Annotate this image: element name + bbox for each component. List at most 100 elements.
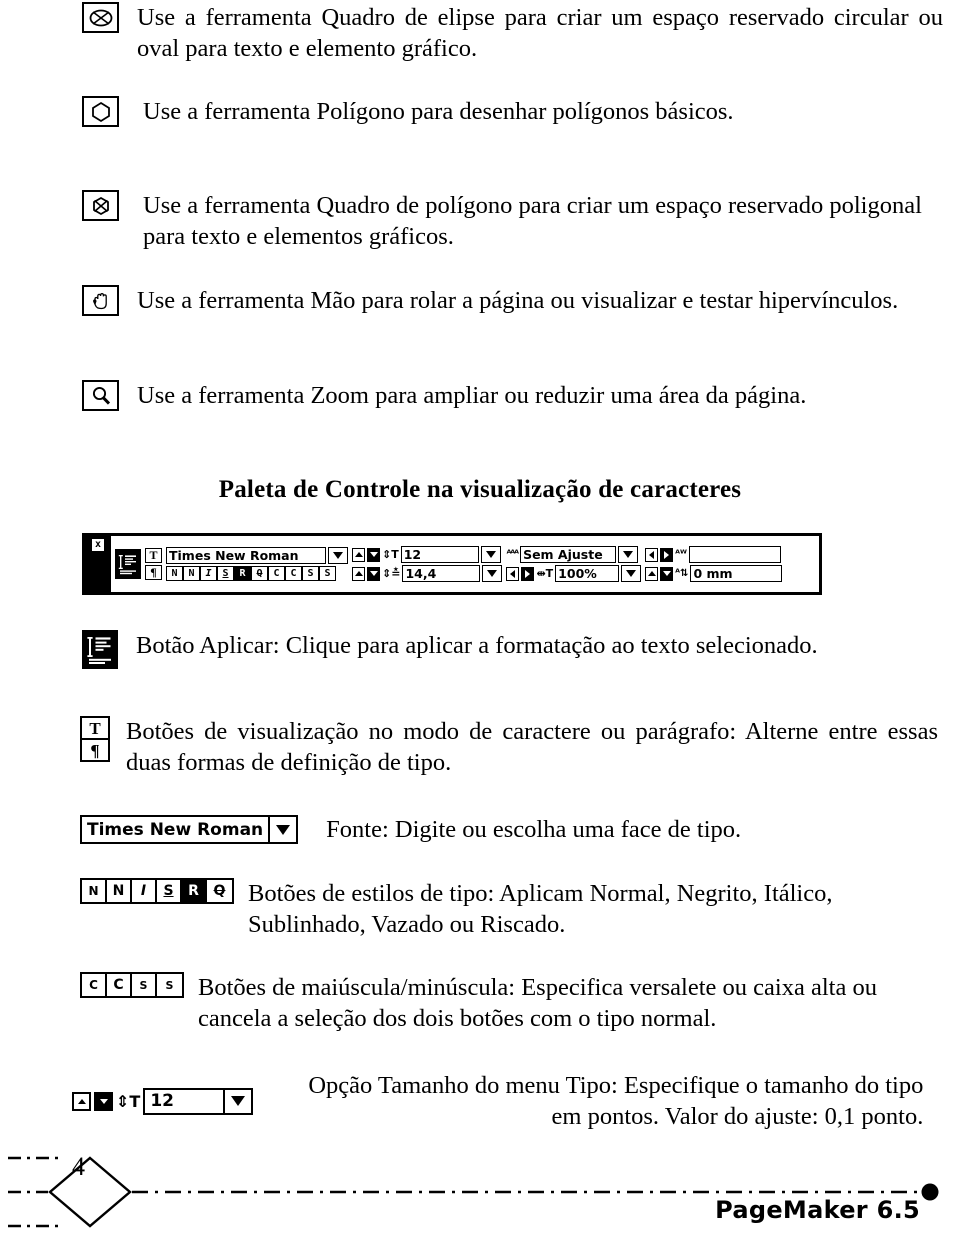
palette-font-dropdown-arrow[interactable] [328, 547, 348, 564]
description-type-style-buttons: N N I S R Q Botões de estilos de tipo: A… [80, 878, 950, 940]
palette-style-reverse[interactable]: R [234, 566, 251, 581]
palette-leading-field[interactable]: 14,4 [402, 565, 481, 582]
palette-hscale-dropdown-arrow[interactable] [621, 565, 642, 582]
apply-button-icon [82, 630, 118, 669]
polygon-tool-icon [82, 96, 119, 127]
palette-leading-up-button[interactable] [352, 566, 365, 581]
palette-hscale-row: ⇹T 100% [506, 565, 642, 582]
style-italic-button[interactable]: I [132, 880, 157, 902]
case-allcaps-button[interactable]: C [107, 974, 132, 996]
palette-view-mode-buttons: T ¶ [145, 548, 162, 580]
type-size-down-button[interactable] [94, 1091, 113, 1111]
palette-view-character-button[interactable]: T [145, 548, 162, 563]
palette-type-size-field[interactable]: 12 [400, 546, 479, 563]
description-text: Opção Tamanho do menu Tipo: Especifique … [308, 1072, 924, 1130]
style-reverse-button[interactable]: R [182, 880, 207, 902]
description-case-buttons: C C S S Botões de maiúscula/minúscula: E… [80, 972, 950, 1034]
description-view-mode-buttons: T ¶ Botões de visualização no modo de ca… [80, 716, 950, 778]
palette-case-superscript[interactable]: S [302, 566, 319, 581]
palette-size-down-button[interactable] [367, 547, 380, 562]
palette-tracking-row: ᴬᴬᴬ Sem Ajuste [506, 546, 641, 563]
palette-hscale-field[interactable]: 100% [555, 565, 620, 582]
style-bold-button[interactable]: N [107, 880, 132, 902]
document-page: Use a ferramenta Quadro de elipse para c… [0, 0, 960, 1238]
description-type-size: ⇕T 12 Opção Tamanho do menu Tipo: Especi… [72, 1070, 952, 1132]
palette-leading-down-button[interactable] [367, 566, 380, 581]
palette-content: T ¶ Times New Roman N N I S R Q C C S S … [111, 536, 819, 592]
description-text: Botões de visualização no modo de caract… [126, 718, 938, 776]
case-smallcaps-button[interactable]: C [82, 974, 107, 996]
palette-baseline-down-button[interactable] [660, 566, 674, 581]
tool-entry-text: Use a ferramenta Zoom para ampliar ou re… [137, 382, 807, 409]
palette-font-group: Times New Roman N N I S R Q C C S S [166, 547, 348, 581]
view-character-button[interactable]: T [82, 718, 108, 740]
palette-hscale-left-button[interactable] [506, 566, 520, 581]
palette-case-subscript[interactable]: S [319, 566, 336, 581]
chevron-down-icon[interactable] [223, 1089, 251, 1113]
palette-leading-row: ⇕≛ 14,4 [352, 565, 503, 582]
tracking-icon: ᴬᴬᴬ [506, 549, 519, 560]
palette-hscale-right-button[interactable] [521, 566, 535, 581]
type-size-widget: ⇕T 12 [72, 1087, 254, 1115]
palette-font-field[interactable]: Times New Roman [166, 547, 326, 564]
palette-style-strikethrough[interactable]: Q [251, 566, 268, 581]
case-superscript-button[interactable]: S [132, 974, 157, 996]
zoom-tool-icon [82, 380, 119, 411]
case-subscript-button[interactable]: S [157, 974, 182, 996]
palette-leading-dropdown-arrow[interactable] [482, 565, 503, 582]
view-paragraph-button[interactable]: ¶ [82, 740, 108, 760]
tool-entry-hand: Use a ferramenta Mão para rolar a página… [82, 285, 944, 316]
leading-icon: ⇕≛ [382, 567, 401, 580]
type-style-buttons: N N I S R Q [80, 878, 234, 904]
palette-type-size-dropdown-arrow[interactable] [480, 546, 501, 563]
palette-baseline-field[interactable]: 0 mm [690, 565, 783, 582]
tool-entry-text: Use a ferramenta Polígono para desenhar … [143, 98, 734, 125]
palette-close-bar: x [85, 536, 111, 592]
style-strikethrough-button[interactable]: Q [207, 880, 232, 902]
style-normal-button[interactable]: N [82, 880, 107, 902]
palette-style-normal[interactable]: N [166, 566, 183, 581]
font-dropdown[interactable]: Times New Roman [80, 815, 299, 844]
description-text: Botão Aplicar: Clique para aplicar a for… [136, 632, 818, 659]
control-palette: x T ¶ Times New Roman N N I S R Q C C S … [82, 533, 822, 595]
palette-case-smallcaps[interactable]: C [268, 566, 285, 581]
tool-entry-text: Use a ferramenta Mão para rolar a página… [137, 287, 899, 314]
palette-style-underline[interactable]: S [217, 566, 234, 581]
chevron-down-icon[interactable] [268, 817, 296, 842]
style-underline-button[interactable]: S [157, 880, 182, 902]
palette-tracking-dropdown-arrow[interactable] [618, 546, 639, 563]
tool-entry-polygon-frame: Use a ferramenta Quadro de polígono para… [82, 190, 944, 252]
palette-view-paragraph-button[interactable]: ¶ [145, 565, 162, 580]
palette-style-bold[interactable]: N [183, 566, 200, 581]
polygon-frame-tool-icon [82, 190, 119, 221]
palette-style-row: N N I S R Q C C S S [166, 566, 348, 581]
font-dropdown-value: Times New Roman [87, 819, 264, 840]
palette-kerning-group: ᴬᵂ ᴬ⇅ 0 mm [645, 546, 783, 582]
page-number: 4 [72, 1152, 85, 1181]
palette-size-up-button[interactable] [352, 547, 365, 562]
palette-kerning-field[interactable] [689, 546, 781, 563]
palette-kerning-right-button[interactable] [660, 547, 674, 562]
type-size-field[interactable]: 12 [143, 1087, 254, 1115]
palette-baseline-row: ᴬ⇅ 0 mm [645, 565, 783, 582]
description-font-dropdown: Times New Roman Fonte: Digite ou escolha… [80, 814, 950, 845]
type-size-value: 12 [150, 1091, 174, 1111]
tool-entry-ellipse-frame: Use a ferramenta Quadro de elipse para c… [82, 2, 944, 64]
description-text: Botões de maiúscula/minúscula: Especific… [198, 974, 877, 1032]
palette-apply-button[interactable] [115, 549, 141, 579]
case-buttons: C C S S [80, 972, 184, 998]
description-apply-button: Botão Aplicar: Clique para aplicar a for… [82, 630, 944, 669]
page-footer: 4 PageMaker 6.5 [0, 1138, 960, 1238]
palette-tracking-field[interactable]: Sem Ajuste [520, 546, 617, 563]
type-size-icon: ⇕T [116, 1091, 141, 1111]
close-icon[interactable]: x [92, 539, 104, 551]
view-mode-buttons-icon: T ¶ [80, 716, 110, 762]
type-size-up-button[interactable] [72, 1091, 91, 1111]
palette-style-italic[interactable]: I [200, 566, 217, 581]
palette-case-allcaps[interactable]: C [285, 566, 302, 581]
palette-size-row: ⇕T 12 [352, 546, 502, 563]
palette-baseline-up-button[interactable] [645, 566, 659, 581]
palette-kerning-row: ᴬᵂ [645, 546, 782, 563]
palette-kerning-left-button[interactable] [645, 547, 659, 562]
palette-tracking-group: ᴬᴬᴬ Sem Ajuste ⇹T 100% [506, 546, 642, 582]
